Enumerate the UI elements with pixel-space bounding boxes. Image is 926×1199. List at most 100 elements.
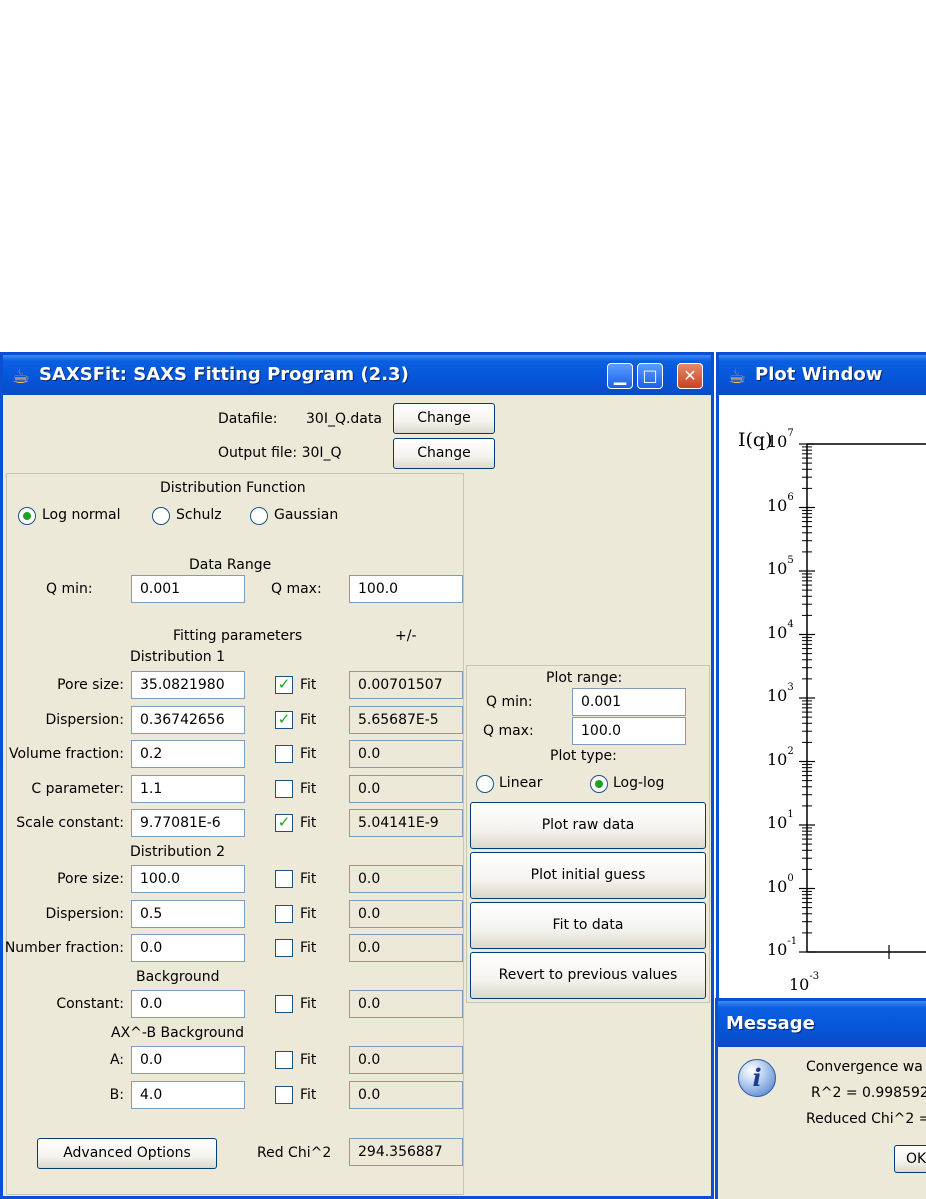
java-icon: ☕ (728, 364, 746, 388)
plot-initial-guess-button[interactable]: Plot initial guess (470, 852, 706, 899)
distribution-1-title: Distribution 1 (130, 649, 226, 665)
ok-button[interactable]: OK (894, 1145, 926, 1173)
y-tick-label: 102 (767, 745, 794, 769)
plot-range-title: Plot range: (546, 670, 623, 686)
dist1-param-input[interactable]: 0.36742656 (131, 705, 245, 734)
dist1-param-input[interactable]: 35.0821980 (131, 671, 245, 699)
dist1-param-fit-checkbox[interactable] (275, 779, 293, 798)
dist1-param-fit-checkbox[interactable] (275, 745, 293, 763)
log-normal-radio[interactable] (18, 507, 36, 525)
plot-qmin-input[interactable]: 0.001 (572, 688, 686, 716)
message-line-3: Reduced Chi^2 = (806, 1111, 926, 1127)
close-button[interactable]: ✕ (677, 363, 703, 389)
dist1-param-input[interactable]: 1.1 (131, 774, 245, 803)
message-title: Message (726, 1013, 815, 1034)
minimize-button[interactable]: ▁ (607, 363, 633, 389)
x-tick-label: 10-3 (789, 971, 820, 994)
axb-param-fit-checkbox[interactable] (275, 1051, 293, 1069)
qmax-input[interactable]: 100.0 (349, 575, 463, 603)
red-chi-value: 294.356887 (349, 1138, 463, 1166)
dist2-param-input[interactable]: 100.0 (131, 865, 245, 893)
dist2-param-fit-checkbox[interactable] (275, 870, 293, 888)
axb-param-input[interactable]: 4.0 (131, 1080, 245, 1109)
background-fit-checkbox[interactable] (275, 995, 293, 1013)
dist2-param-error-value: 0.0 (349, 865, 463, 893)
dist1-param-fit-checkbox[interactable]: ✓ (275, 710, 293, 729)
dist1-param-error-value: 0.0 (349, 774, 463, 803)
distribution-2-title: Distribution 2 (130, 844, 226, 860)
axb-param-input[interactable]: 0.0 (131, 1046, 245, 1074)
axb-param-fit-checkbox[interactable] (275, 1085, 293, 1104)
dist1-param-error-value: 5.65687E-5 (349, 705, 463, 734)
background-error-value: 0.0 (349, 990, 463, 1018)
axb-param-error-value: 0.0 (349, 1080, 463, 1109)
log-log-radio[interactable] (590, 775, 608, 793)
plot-qmax-input[interactable]: 100.0 (572, 717, 686, 745)
dist1-param-fit-checkbox[interactable]: ✓ (275, 676, 293, 694)
maximize-button[interactable]: □ (637, 363, 663, 389)
plot-raw-data-button[interactable]: Plot raw data (470, 802, 706, 849)
dist1-param-label: Pore size: (57, 677, 124, 693)
dist2-param-input[interactable]: 0.5 (131, 899, 245, 928)
axb-background-title: AX^-B Background (111, 1025, 245, 1041)
java-icon: ☕ (12, 364, 30, 388)
dist1-param-error-value: 5.04141E-9 (349, 809, 463, 837)
saxsfit-window: ☕ SAXSFit: SAXS Fitting Program (2.3) ▁ … (0, 352, 714, 1199)
y-tick-label: 10-1 (767, 936, 798, 959)
axb-param-fit-label: Fit (300, 1086, 317, 1103)
dist2-param-fit-checkbox[interactable] (275, 939, 293, 957)
message-line-2: R^2 = 0.998592 (811, 1085, 926, 1101)
dist1-param-fit-label: Fit (300, 677, 317, 693)
dist1-param-input[interactable]: 0.2 (131, 740, 245, 768)
y-tick-label: 106 (767, 491, 794, 515)
output-file-label: Output file: 30I_Q (218, 445, 342, 461)
qmin-input[interactable]: 0.001 (131, 575, 245, 603)
background-title: Background (136, 969, 220, 985)
datafile-label: Datafile: (218, 411, 278, 427)
dist1-param-label: Scale constant: (16, 815, 124, 831)
y-tick-label: 105 (767, 555, 794, 578)
main-titlebar[interactable]: ☕ SAXSFit: SAXS Fitting Program (2.3) ▁ … (3, 355, 711, 395)
change-output-button[interactable]: Change (393, 438, 495, 469)
schulz-label: Schulz (176, 507, 222, 523)
qmin-label: Q min: (46, 581, 93, 597)
y-tick-label: 101 (767, 809, 794, 832)
dist2-param-input[interactable]: 0.0 (131, 934, 245, 962)
dist1-param-fit-label: Fit (300, 746, 317, 762)
dist2-param-label: Number fraction: (4, 940, 124, 956)
gaussian-label: Gaussian (274, 507, 339, 523)
qmax-label: Q max: (271, 581, 322, 597)
fitting-parameters-title: Fitting parameters (173, 628, 303, 644)
fit-to-data-button[interactable]: Fit to data (470, 902, 706, 949)
gaussian-radio[interactable] (250, 507, 268, 525)
distribution-function-title: Distribution Function (160, 480, 306, 496)
y-tick-label: 103 (767, 682, 794, 705)
dist1-param-input[interactable]: 9.77081E-6 (131, 809, 245, 837)
y-tick-label: 104 (767, 618, 794, 642)
dist2-param-fit-checkbox[interactable] (275, 904, 293, 923)
schulz-radio[interactable] (152, 507, 170, 525)
linear-radio[interactable] (476, 775, 494, 793)
red-chi-label: Red Chi^2 (257, 1145, 332, 1161)
background-constant-input[interactable]: 0.0 (131, 990, 245, 1018)
axb-param-error-value: 0.0 (349, 1046, 463, 1074)
axb-param-label: A: (109, 1052, 124, 1068)
background-constant-label: Constant: (56, 996, 124, 1012)
revert-values-button[interactable]: Revert to previous values (470, 952, 706, 999)
plot-window-title: Plot Window (755, 364, 883, 385)
plot-type-title: Plot type: (550, 748, 617, 764)
info-icon: i (738, 1059, 776, 1097)
plot-qmax-label: Q max: (483, 723, 534, 739)
message-titlebar[interactable]: Message (718, 1001, 926, 1047)
dist1-param-label: Volume fraction: (8, 746, 124, 762)
dist1-param-fit-checkbox[interactable]: ✓ (275, 814, 293, 832)
y-tick-label: 107 (767, 428, 794, 451)
advanced-options-button[interactable]: Advanced Options (37, 1138, 217, 1169)
dist2-param-label: Pore size: (57, 871, 124, 887)
dist2-param-fit-label: Fit (300, 871, 317, 887)
log-normal-label: Log normal (42, 507, 121, 523)
plot-titlebar[interactable]: ☕ Plot Window (719, 355, 926, 395)
axb-param-fit-label: Fit (300, 1052, 317, 1068)
dist2-param-fit-label: Fit (300, 905, 317, 922)
change-datafile-button[interactable]: Change (393, 403, 495, 434)
